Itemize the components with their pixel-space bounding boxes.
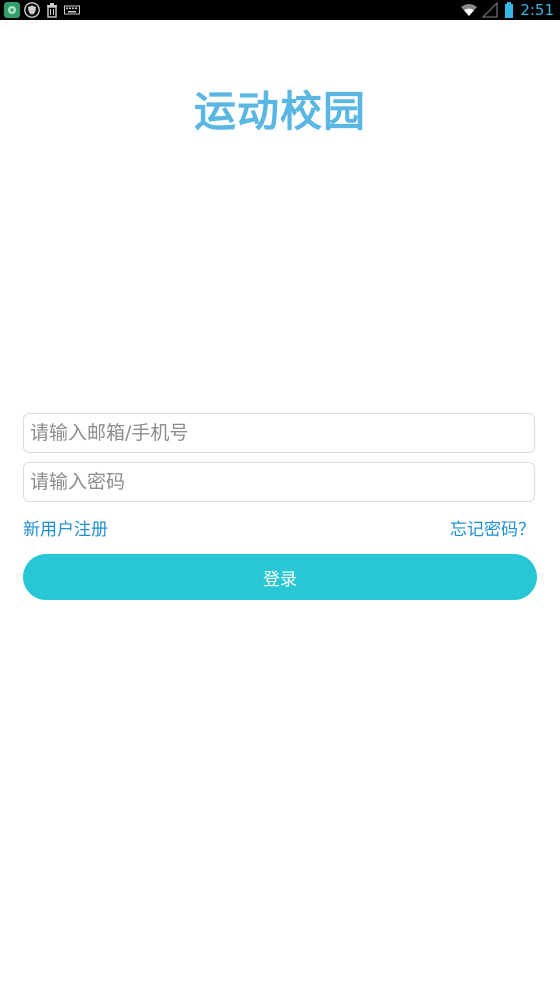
forgot-password-link[interactable]: 忘记密码？ — [450, 519, 535, 541]
account-input[interactable] — [23, 413, 535, 453]
login-button[interactable]: 登录 — [23, 554, 537, 600]
signal-icon — [481, 1, 498, 18]
status-bar: 2:51 — [0, 0, 560, 20]
notification-icons — [4, 1, 80, 19]
keyboard-icon — [64, 2, 80, 18]
system-icons: 2:51 — [460, 0, 554, 20]
trash-icon — [44, 2, 60, 18]
password-input[interactable] — [23, 462, 535, 502]
app-title: 运动校园 — [193, 87, 366, 136]
status-time: 2:51 — [520, 1, 554, 19]
app-notification-icon — [4, 2, 20, 18]
battery-icon — [504, 2, 514, 18]
register-link[interactable]: 新用户注册 — [23, 519, 108, 541]
wifi-icon — [460, 2, 478, 18]
shield-icon — [24, 2, 40, 18]
